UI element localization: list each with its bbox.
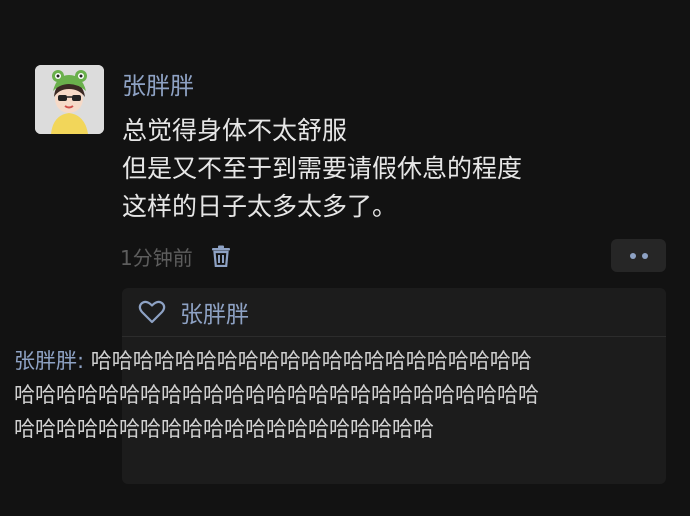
post-author[interactable]: 张胖胖 xyxy=(122,70,194,102)
more-dots-icon xyxy=(629,252,636,259)
heart-outline-icon xyxy=(138,300,166,324)
post-time: 1分钟前 xyxy=(120,245,193,270)
post-line: 总觉得身体不太舒服 xyxy=(122,116,348,145)
post-meta: 1分钟前 xyxy=(120,240,233,272)
avatar-frog-hat-girl xyxy=(35,65,104,134)
avatar[interactable] xyxy=(35,65,104,134)
divider xyxy=(122,336,666,337)
like-user-name[interactable]: 张胖胖 xyxy=(180,295,249,329)
comment-text: 哈哈哈哈哈哈哈哈哈哈哈哈哈哈哈哈哈哈哈哈哈哈哈哈哈哈哈哈哈哈哈哈哈哈哈哈哈哈哈哈… xyxy=(14,349,539,441)
likes-row: 张胖胖 xyxy=(122,288,666,336)
post-line: 但是又不至于到需要请假休息的程度 xyxy=(122,154,523,183)
more-button[interactable] xyxy=(611,239,666,272)
trash-icon[interactable] xyxy=(209,243,233,269)
post-content: 总觉得身体不太舒服 但是又不至于到需要请假休息的程度 这样的日子太多太多了。 xyxy=(122,112,672,226)
post-line: 这样的日子太多太多了。 xyxy=(122,192,398,221)
more-dots-icon xyxy=(641,252,648,259)
comment-author[interactable]: 张胖胖: xyxy=(14,349,84,373)
comment[interactable]: 张胖胖: 哈哈哈哈哈哈哈哈哈哈哈哈哈哈哈哈哈哈哈哈哈哈哈哈哈哈哈哈哈哈哈哈哈哈哈… xyxy=(14,344,540,446)
